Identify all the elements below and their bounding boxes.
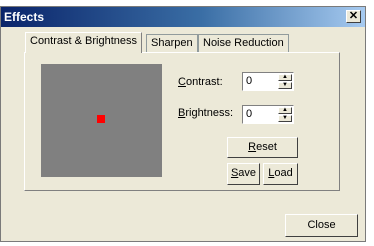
tab-sharpen[interactable]: Sharpen xyxy=(146,34,198,52)
save-button[interactable]: Save xyxy=(227,163,260,185)
preview-marker xyxy=(97,115,105,123)
brightness-up-icon[interactable]: ▲ xyxy=(278,107,292,114)
title-bar[interactable]: Effects ✕ xyxy=(1,7,365,27)
contrast-value[interactable]: 0 xyxy=(246,75,252,87)
contrast-spinner[interactable]: 0 ▲ ▼ xyxy=(242,72,294,91)
brightness-label: Brightness: xyxy=(178,107,234,119)
window-title: Effects xyxy=(4,10,45,24)
contrast-up-icon[interactable]: ▲ xyxy=(278,74,292,81)
image-preview xyxy=(41,64,162,177)
tab-noise-reduction[interactable]: Noise Reduction xyxy=(198,34,289,52)
close-button[interactable]: Close xyxy=(285,214,358,237)
close-icon[interactable]: ✕ xyxy=(346,10,361,23)
brightness-value[interactable]: 0 xyxy=(246,108,252,120)
contrast-label: Contrast: xyxy=(178,76,223,88)
tab-contrast-brightness[interactable]: Contrast & Brightness xyxy=(25,32,142,53)
load-button[interactable]: Load xyxy=(263,163,298,185)
contrast-down-icon[interactable]: ▼ xyxy=(278,82,292,89)
brightness-down-icon[interactable]: ▼ xyxy=(278,115,292,122)
brightness-spinner[interactable]: 0 ▲ ▼ xyxy=(242,105,294,124)
reset-button[interactable]: Reset xyxy=(227,137,298,158)
